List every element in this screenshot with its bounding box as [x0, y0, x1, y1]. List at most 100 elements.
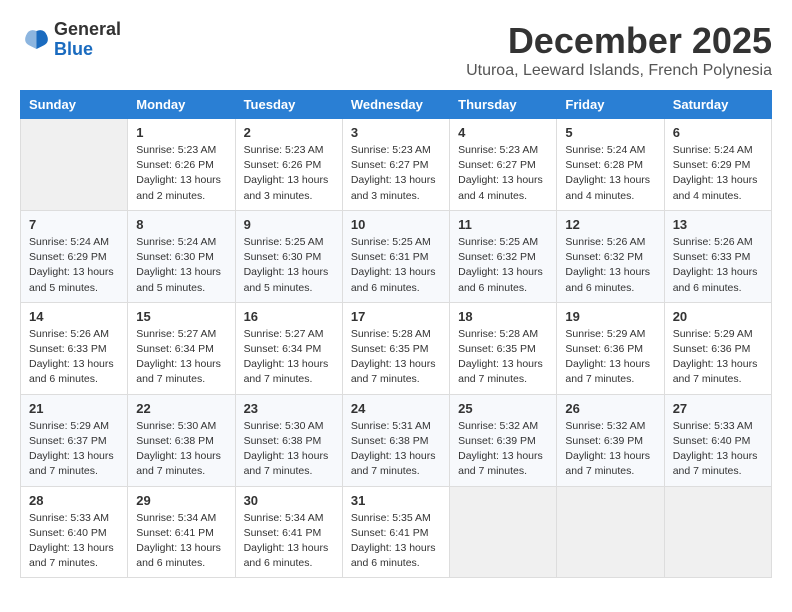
calendar-cell: 26 Sunrise: 5:32 AMSunset: 6:39 PMDayligh… — [557, 394, 664, 486]
location-title: Uturoa, Leeward Islands, French Polynesi… — [466, 62, 772, 80]
day-number: 18 — [458, 309, 548, 324]
calendar-cell: 13Sunrise: 5:26 AMSunset: 6:33 PMDayligh… — [664, 210, 771, 302]
calendar-week-row: 7 Sunrise: 5:24 AMSunset: 6:29 PMDaylight… — [21, 210, 772, 302]
calendar-cell: 12 Sunrise: 5:26 AMSunset: 6:32 PMDayligh… — [557, 210, 664, 302]
day-number: 13 — [673, 217, 763, 232]
day-number: 11 — [458, 217, 548, 232]
calendar-cell: 27 Sunrise: 5:33 AMSunset: 6:40 PMDayligh… — [664, 394, 771, 486]
calendar-cell: 3 Sunrise: 5:23 AMSunset: 6:27 PMDaylight… — [342, 119, 449, 211]
calendar-week-row: 14 Sunrise: 5:26 AMSunset: 6:33 PMDayligh… — [21, 302, 772, 394]
day-info: Sunrise: 5:33 AMSunset: 6:40 PMDaylight:… — [673, 419, 763, 480]
day-info: Sunrise: 5:23 AMSunset: 6:27 PMDaylight:… — [351, 143, 441, 204]
day-info: Sunrise: 5:34 AMSunset: 6:41 PMDaylight:… — [244, 511, 334, 572]
day-info: Sunrise: 5:29 AMSunset: 6:36 PMDaylight:… — [565, 327, 655, 388]
day-info: Sunrise: 5:29 AMSunset: 6:36 PMDaylight:… — [673, 327, 763, 388]
day-info: Sunrise: 5:32 AMSunset: 6:39 PMDaylight:… — [458, 419, 548, 480]
day-number: 22 — [136, 401, 226, 416]
logo-icon — [20, 25, 50, 55]
day-header-tuesday: Tuesday — [235, 91, 342, 119]
day-number: 24 — [351, 401, 441, 416]
day-header-monday: Monday — [128, 91, 235, 119]
day-header-sunday: Sunday — [21, 91, 128, 119]
calendar-cell: 23 Sunrise: 5:30 AMSunset: 6:38 PMDayligh… — [235, 394, 342, 486]
day-number: 25 — [458, 401, 548, 416]
calendar-cell: 17 Sunrise: 5:28 AMSunset: 6:35 PMDayligh… — [342, 302, 449, 394]
logo-text: General Blue — [54, 20, 121, 60]
calendar-cell: 19 Sunrise: 5:29 AMSunset: 6:36 PMDayligh… — [557, 302, 664, 394]
day-number: 30 — [244, 493, 334, 508]
day-number: 27 — [673, 401, 763, 416]
day-info: Sunrise: 5:25 AMSunset: 6:32 PMDaylight:… — [458, 235, 548, 296]
day-number: 17 — [351, 309, 441, 324]
day-number: 1 — [136, 125, 226, 140]
day-header-wednesday: Wednesday — [342, 91, 449, 119]
day-info: Sunrise: 5:35 AMSunset: 6:41 PMDaylight:… — [351, 511, 441, 572]
calendar-cell — [450, 486, 557, 578]
calendar-week-row: 1Sunrise: 5:23 AMSunset: 6:26 PMDaylight… — [21, 119, 772, 211]
day-info: Sunrise: 5:28 AMSunset: 6:35 PMDaylight:… — [351, 327, 441, 388]
calendar-cell: 21 Sunrise: 5:29 AMSunset: 6:37 PMDayligh… — [21, 394, 128, 486]
month-title: December 2025 — [466, 20, 772, 62]
day-info: Sunrise: 5:25 AMSunset: 6:31 PMDaylight:… — [351, 235, 441, 296]
day-number: 21 — [29, 401, 119, 416]
day-info: Sunrise: 5:32 AMSunset: 6:39 PMDaylight:… — [565, 419, 655, 480]
day-number: 14 — [29, 309, 119, 324]
day-number: 7 — [29, 217, 119, 232]
day-number: 23 — [244, 401, 334, 416]
day-number: 9 — [244, 217, 334, 232]
calendar-cell: 18Sunrise: 5:28 AMSunset: 6:35 PMDayligh… — [450, 302, 557, 394]
day-info: Sunrise: 5:24 AMSunset: 6:29 PMDaylight:… — [29, 235, 119, 296]
day-number: 20 — [673, 309, 763, 324]
calendar-cell: 9Sunrise: 5:25 AMSunset: 6:30 PMDaylight… — [235, 210, 342, 302]
calendar-cell: 22 Sunrise: 5:30 AMSunset: 6:38 PMDayligh… — [128, 394, 235, 486]
day-info: Sunrise: 5:26 AMSunset: 6:32 PMDaylight:… — [565, 235, 655, 296]
calendar-cell: 15Sunrise: 5:27 AMSunset: 6:34 PMDayligh… — [128, 302, 235, 394]
day-info: Sunrise: 5:24 AMSunset: 6:28 PMDaylight:… — [565, 143, 655, 204]
day-info: Sunrise: 5:23 AMSunset: 6:27 PMDaylight:… — [458, 143, 548, 204]
day-number: 28 — [29, 493, 119, 508]
calendar-cell: 24 Sunrise: 5:31 AMSunset: 6:38 PMDayligh… — [342, 394, 449, 486]
calendar-cell: 1Sunrise: 5:23 AMSunset: 6:26 PMDaylight… — [128, 119, 235, 211]
calendar-cell: 29 Sunrise: 5:34 AMSunset: 6:41 PMDayligh… — [128, 486, 235, 578]
calendar-cell: 6 Sunrise: 5:24 AMSunset: 6:29 PMDaylight… — [664, 119, 771, 211]
logo: General Blue — [20, 20, 121, 60]
day-number: 31 — [351, 493, 441, 508]
calendar-table: SundayMondayTuesdayWednesdayThursdayFrid… — [20, 90, 772, 578]
calendar-cell: 20 Sunrise: 5:29 AMSunset: 6:36 PMDayligh… — [664, 302, 771, 394]
day-number: 6 — [673, 125, 763, 140]
day-info: Sunrise: 5:24 AMSunset: 6:29 PMDaylight:… — [673, 143, 763, 204]
calendar-cell: 25 Sunrise: 5:32 AMSunset: 6:39 PMDayligh… — [450, 394, 557, 486]
title-area: December 2025 Uturoa, Leeward Islands, F… — [466, 20, 772, 80]
day-info: Sunrise: 5:29 AMSunset: 6:37 PMDaylight:… — [29, 419, 119, 480]
day-number: 26 — [565, 401, 655, 416]
day-number: 5 — [565, 125, 655, 140]
day-number: 8 — [136, 217, 226, 232]
day-number: 15 — [136, 309, 226, 324]
calendar-cell: 2Sunrise: 5:23 AMSunset: 6:26 PMDaylight… — [235, 119, 342, 211]
calendar-week-row: 28Sunrise: 5:33 AMSunset: 6:40 PMDayligh… — [21, 486, 772, 578]
calendar-cell: 10Sunrise: 5:25 AMSunset: 6:31 PMDayligh… — [342, 210, 449, 302]
calendar-cell — [664, 486, 771, 578]
day-header-friday: Friday — [557, 91, 664, 119]
calendar-header-row: SundayMondayTuesdayWednesdayThursdayFrid… — [21, 91, 772, 119]
calendar-cell: 28Sunrise: 5:33 AMSunset: 6:40 PMDayligh… — [21, 486, 128, 578]
day-number: 29 — [136, 493, 226, 508]
day-info: Sunrise: 5:24 AMSunset: 6:30 PMDaylight:… — [136, 235, 226, 296]
day-number: 4 — [458, 125, 548, 140]
day-info: Sunrise: 5:26 AMSunset: 6:33 PMDaylight:… — [29, 327, 119, 388]
day-info: Sunrise: 5:31 AMSunset: 6:38 PMDaylight:… — [351, 419, 441, 480]
day-header-saturday: Saturday — [664, 91, 771, 119]
day-info: Sunrise: 5:30 AMSunset: 6:38 PMDaylight:… — [244, 419, 334, 480]
day-number: 19 — [565, 309, 655, 324]
day-info: Sunrise: 5:34 AMSunset: 6:41 PMDaylight:… — [136, 511, 226, 572]
day-info: Sunrise: 5:27 AMSunset: 6:34 PMDaylight:… — [244, 327, 334, 388]
calendar-week-row: 21 Sunrise: 5:29 AMSunset: 6:37 PMDayligh… — [21, 394, 772, 486]
calendar-cell: 7 Sunrise: 5:24 AMSunset: 6:29 PMDaylight… — [21, 210, 128, 302]
day-number: 12 — [565, 217, 655, 232]
calendar-cell: 31 Sunrise: 5:35 AMSunset: 6:41 PMDayligh… — [342, 486, 449, 578]
day-info: Sunrise: 5:30 AMSunset: 6:38 PMDaylight:… — [136, 419, 226, 480]
calendar-cell: 11 Sunrise: 5:25 AMSunset: 6:32 PMDayligh… — [450, 210, 557, 302]
day-number: 3 — [351, 125, 441, 140]
calendar-cell — [557, 486, 664, 578]
calendar-cell: 30 Sunrise: 5:34 AMSunset: 6:41 PMDayligh… — [235, 486, 342, 578]
